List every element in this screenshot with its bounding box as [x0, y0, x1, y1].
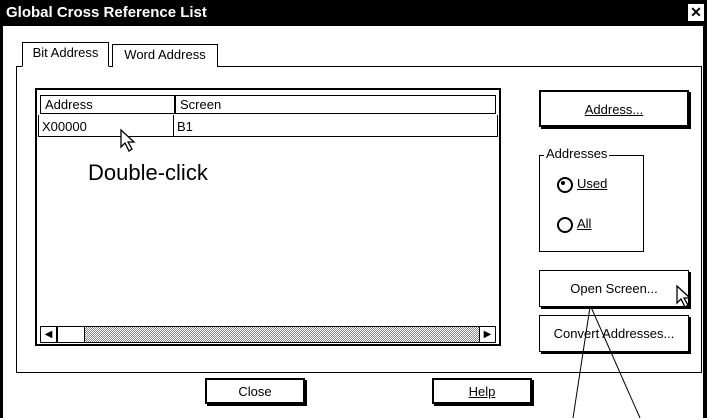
mouse-pointer-icon [676, 284, 692, 308]
address-button-label: Address... [584, 102, 644, 117]
window-frame-left [0, 26, 3, 418]
tab-bit-address[interactable]: Bit Address [22, 42, 109, 67]
address-button[interactable]: Address... [539, 90, 689, 127]
help-button[interactable]: Help [432, 378, 532, 404]
cell-address[interactable]: X00000 [42, 118, 172, 136]
scroll-left-arrow-icon[interactable]: ◀ [40, 326, 57, 343]
close-icon[interactable]: ✕ [687, 3, 705, 22]
radio-used[interactable]: Used [557, 176, 607, 193]
cell-screen[interactable]: B1 [177, 118, 377, 136]
radio-selected-icon [557, 176, 573, 193]
column-header-screen[interactable]: Screen [175, 95, 496, 114]
radio-unselected-icon [557, 216, 573, 233]
open-screen-button[interactable]: Open Screen... [539, 270, 689, 307]
convert-addresses-button[interactable]: Convert Addresses... [539, 315, 689, 352]
scroll-thumb[interactable] [57, 326, 85, 343]
scroll-right-arrow-icon[interactable]: ▶ [479, 326, 496, 343]
radio-all[interactable]: All [557, 216, 591, 233]
close-button[interactable]: Close [205, 378, 305, 404]
window-frame-right [703, 26, 707, 418]
mouse-pointer-icon [120, 128, 136, 152]
help-button-label: Help [468, 384, 496, 399]
radio-all-label: All [577, 216, 592, 231]
radio-used-label: Used [577, 176, 608, 191]
window-title: Global Cross Reference List [6, 4, 207, 21]
convert-addresses-label: Convert Addresses... [553, 326, 675, 341]
addresses-group-box [539, 155, 644, 252]
addresses-group-label: Addresses [544, 146, 610, 162]
cell-divider [173, 115, 174, 137]
column-header-address[interactable]: Address [40, 95, 175, 114]
tab-word-address[interactable]: Word Address [112, 44, 218, 67]
annotation-double-click: Double-click [88, 160, 208, 185]
horizontal-scrollbar[interactable] [40, 326, 496, 343]
open-screen-label: Open Screen... [570, 281, 658, 296]
close-button-label: Close [238, 384, 272, 399]
